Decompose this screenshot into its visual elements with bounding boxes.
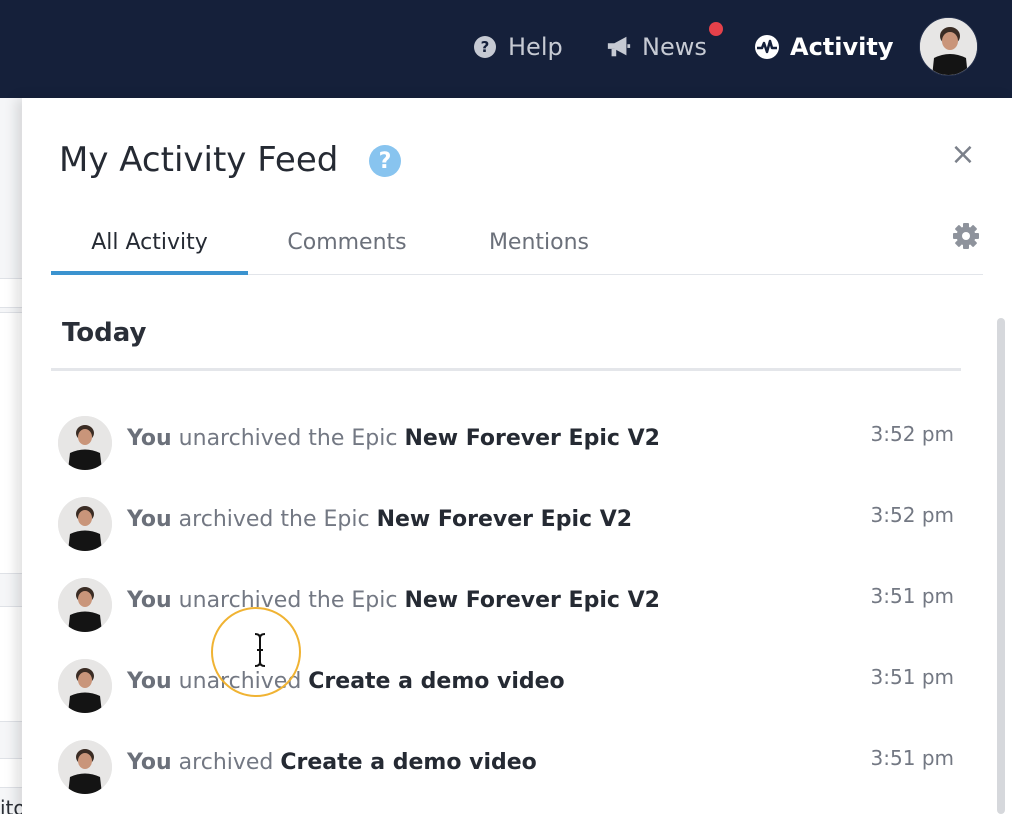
tab-mentions[interactable]: Mentions (469, 222, 609, 275)
feed-help-icon[interactable]: ? (369, 145, 401, 177)
activity-avatar (58, 740, 112, 794)
text-cursor-icon (252, 632, 268, 668)
activity-avatar (58, 578, 112, 632)
activity-item[interactable]: You archived Create a demo video 3:51 pm (58, 740, 954, 800)
question-circle-icon: ? (472, 34, 498, 60)
panel-title: My Activity Feed (59, 140, 339, 180)
top-navigation-bar: ? Help News Activity (0, 0, 1012, 98)
activity-item[interactable]: You unarchived the Epic New Forever Epic… (58, 578, 954, 638)
activity-time: 3:52 pm (870, 503, 954, 527)
activity-avatar (58, 497, 112, 551)
pulse-icon (754, 34, 780, 60)
activity-object-link[interactable]: New Forever Epic V2 (404, 588, 659, 613)
tab-comments[interactable]: Comments (271, 222, 423, 275)
background-card (0, 758, 24, 788)
activity-text: You archived Create a demo video (127, 750, 537, 775)
activity-object-link[interactable]: New Forever Epic V2 (377, 507, 632, 532)
activity-time: 3:51 pm (870, 665, 954, 689)
close-button[interactable]: × (950, 140, 976, 170)
activity-action: archived (171, 750, 281, 775)
activity-object-link[interactable]: Create a demo video (280, 750, 536, 775)
settings-gear-icon[interactable] (950, 220, 982, 252)
activity-text: You unarchived the Epic New Forever Epic… (127, 426, 660, 451)
activity-time: 3:51 pm (870, 584, 954, 608)
activity-time: 3:51 pm (870, 746, 954, 770)
activity-text: You unarchived the Epic New Forever Epic… (127, 588, 660, 613)
background-card (0, 606, 24, 722)
nav-help-label: Help (508, 33, 563, 61)
activity-object-link[interactable]: New Forever Epic V2 (404, 426, 659, 451)
megaphone-icon (606, 34, 632, 60)
section-divider (51, 368, 961, 371)
activity-text: You unarchived Create a demo video (127, 669, 565, 694)
nav-activity-label: Activity (790, 33, 894, 61)
nav-help-link[interactable]: ? Help (472, 26, 563, 68)
news-notification-dot (709, 22, 723, 36)
activity-actor[interactable]: You (127, 507, 172, 532)
feed-scrollbar[interactable] (997, 318, 1005, 814)
activity-feed-panel: My Activity Feed ? × All Activity Commen… (22, 98, 1012, 814)
nav-activity-link[interactable]: Activity (754, 26, 894, 68)
activity-action: unarchived the Epic (171, 588, 405, 613)
activity-item[interactable]: You unarchived the Epic New Forever Epic… (58, 416, 954, 476)
svg-text:?: ? (481, 38, 490, 56)
activity-actor[interactable]: You (127, 426, 172, 451)
nav-news-label: News (642, 33, 707, 61)
activity-avatar (58, 659, 112, 713)
activity-actor[interactable]: You (127, 588, 172, 613)
user-avatar-icon (920, 18, 977, 75)
activity-action: archived the Epic (171, 507, 377, 532)
activity-object-link[interactable]: Create a demo video (308, 669, 564, 694)
background-card (0, 312, 24, 574)
user-avatar-button[interactable] (919, 17, 978, 76)
activity-item[interactable]: You archived the Epic New Forever Epic V… (58, 497, 954, 557)
activity-actor[interactable]: You (127, 669, 172, 694)
nav-news-link[interactable]: News (606, 26, 707, 68)
activity-action: unarchived the Epic (171, 426, 405, 451)
activity-time: 3:52 pm (870, 422, 954, 446)
section-heading-today: Today (62, 318, 147, 348)
activity-avatar (58, 416, 112, 470)
activity-actor[interactable]: You (127, 750, 172, 775)
activity-text: You archived the Epic New Forever Epic V… (127, 507, 632, 532)
activity-tabs: All Activity Comments Mentions (51, 222, 983, 275)
background-card (0, 278, 24, 308)
activity-item[interactable]: You unarchived Create a demo video 3:51 … (58, 659, 954, 719)
tab-all-activity[interactable]: All Activity (51, 222, 248, 275)
